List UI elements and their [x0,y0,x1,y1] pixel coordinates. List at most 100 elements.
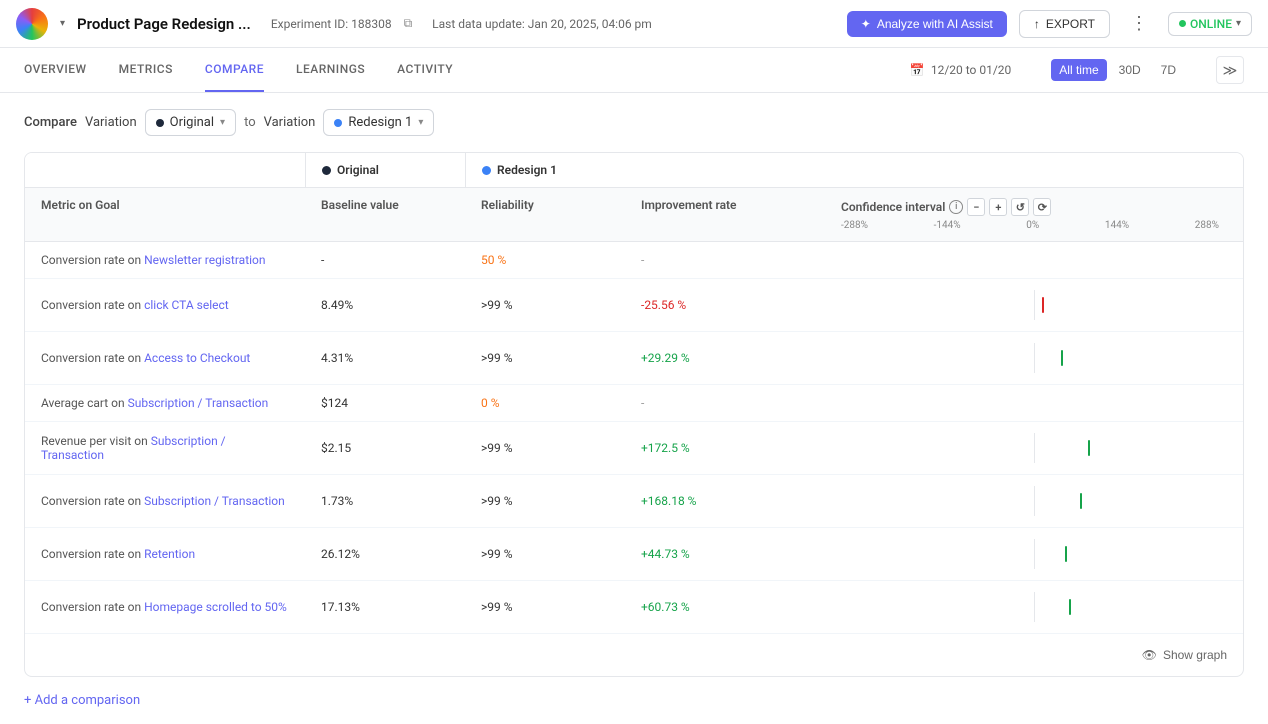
last-update: Last data update: Jan 20, 2025, 04:06 pm [432,17,652,31]
tab-bar: OVERVIEW METRICS COMPARE LEARNINGS ACTIV… [0,48,1268,93]
metric-prefix: Revenue per visit on [41,434,151,448]
ci-bar-cell [825,279,1243,331]
metric-link[interactable]: Access to Checkout [144,351,250,365]
tab-learnings[interactable]: LEARNINGS [296,48,365,92]
variation-select-2[interactable]: Redesign 1 ▾ [323,109,434,136]
ci-bar-cell [825,392,1243,414]
metric-cell: Revenue per visit on Subscription / Tran… [25,423,305,473]
baseline-cell: $2.15 [305,430,465,466]
ci-minus-btn[interactable]: − [967,198,985,216]
variation-select-1[interactable]: Original ▾ [145,109,236,136]
tab-compare[interactable]: COMPARE [205,48,264,92]
ci-bar-marker [1061,350,1063,366]
copy-icon[interactable]: ⧉ [404,16,413,31]
improvement-cell: - [625,385,825,421]
more-options-button[interactable]: ⋮ [1122,9,1156,38]
collapse-button[interactable]: ≫ [1216,56,1244,84]
ci-bar-cell [825,581,1243,633]
metric-link[interactable]: Newsletter registration [144,253,265,267]
improvement-value: +172.5 % [641,441,690,455]
ci-bar-cell [825,528,1243,580]
table-row: Conversion rate on Subscription / Transa… [25,475,1243,528]
ci-scale-1: -288% [841,220,868,231]
reliability-cell: >99 % [465,589,625,625]
table-row: Conversion rate on Newsletter registrati… [25,242,1243,279]
variation-label-2: Variation [264,115,316,130]
metric-link[interactable]: Homepage scrolled to 50% [144,600,287,614]
export-button[interactable]: ↑ EXPORT [1019,10,1110,38]
ci-scale-4: 144% [1105,220,1129,231]
ci-bar-area [841,592,1227,622]
metric-link[interactable]: click CTA select [144,298,229,312]
comparison-table: Original Redesign 1 Metric on Goal Basel… [24,152,1244,677]
col-baseline-header: Baseline value [305,188,465,241]
var2-label: Redesign 1 [348,115,412,130]
var1-label: Original [170,115,214,130]
improvement-value: +29.29 % [641,351,690,365]
ci-bar-marker [1042,297,1044,313]
ci-label: Confidence interval [841,200,945,214]
tab-overview[interactable]: OVERVIEW [24,48,87,92]
nav-chevron-icon[interactable]: ▾ [60,18,65,29]
original-variation-label: Original [337,163,379,177]
var-h-redesign: Redesign 1 [465,153,625,187]
reliability-value: 0 % [481,396,500,410]
date-btn-30d[interactable]: 30D [1111,59,1149,81]
metric-cell: Conversion rate on Retention [25,536,305,572]
ai-assist-button[interactable]: ✦ Analyze with AI Assist [847,11,1007,37]
ci-info-icon[interactable]: i [949,200,963,214]
ci-scale-3: 0% [1026,220,1039,231]
variation-label-1: Variation [85,115,137,130]
metric-link[interactable]: Subscription / Transaction [128,396,269,410]
ci-plus-btn[interactable]: + [989,198,1007,216]
ci-bar-area [841,486,1227,516]
metric-link[interactable]: Subscription / Transaction [144,494,285,508]
bottom-area: 👁 Show graph [25,633,1243,676]
reliability-cell: 0 % [465,385,625,421]
baseline-cell: 1.73% [305,483,465,519]
tab-metrics[interactable]: METRICS [119,48,173,92]
online-status-badge[interactable]: ONLINE ▾ [1168,12,1252,36]
tab-activity[interactable]: ACTIVITY [397,48,453,92]
ci-bar-marker [1088,440,1090,456]
eye-icon: 👁 [1142,648,1157,662]
improvement-cell: +44.73 % [625,536,825,572]
ci-refresh-btn[interactable]: ↺ [1011,198,1029,216]
calendar-icon: 📅 [910,63,925,77]
ci-center-line [1034,343,1035,373]
metric-cell: Conversion rate on click CTA select [25,287,305,323]
ci-scale: -288% -144% 0% 144% 288% [841,220,1227,231]
table-row: Conversion rate on click CTA select8.49%… [25,279,1243,332]
reliability-cell: >99 % [465,536,625,572]
show-graph-label: Show graph [1163,648,1227,662]
var-h-original: Original [305,153,465,187]
date-btn-7d[interactable]: 7D [1153,59,1184,81]
improvement-cell: -25.56 % [625,287,825,323]
date-btn-alltime[interactable]: All time [1051,59,1106,81]
table-row: Revenue per visit on Subscription / Tran… [25,422,1243,475]
metric-prefix: Conversion rate on [41,547,144,561]
reliability-cell: >99 % [465,430,625,466]
table-row: Average cart on Subscription / Transacti… [25,385,1243,422]
original-dot-icon [322,166,331,175]
ci-scale-2: -144% [934,220,961,231]
ci-bar-cell [825,249,1243,271]
var2-chevron-icon: ▾ [418,117,423,128]
metric-cell: Average cart on Subscription / Transacti… [25,385,305,421]
var1-dot-icon [156,119,164,127]
metric-link[interactable]: Retention [144,547,195,561]
date-range-buttons: All time 30D 7D [1051,59,1184,81]
var-h-empty-2 [625,153,825,187]
var2-dot-icon [334,119,342,127]
add-comparison-button[interactable]: + Add a comparison [24,693,1244,708]
online-dot-icon [1179,20,1186,27]
column-headers: Metric on Goal Baseline value Reliabilit… [25,188,1243,242]
metric-prefix: Conversion rate on [41,298,144,312]
ci-settings-btn[interactable]: ⟳ [1033,198,1051,216]
sparkle-icon: ✦ [861,17,871,31]
show-graph-button[interactable]: 👁 Show graph [1142,648,1227,662]
improvement-value: +44.73 % [641,547,690,561]
improvement-cell: +168.18 % [625,483,825,519]
col-ci-header: Confidence interval i − + ↺ ⟳ -288% -144… [825,188,1243,241]
ci-bar-cell [825,475,1243,527]
